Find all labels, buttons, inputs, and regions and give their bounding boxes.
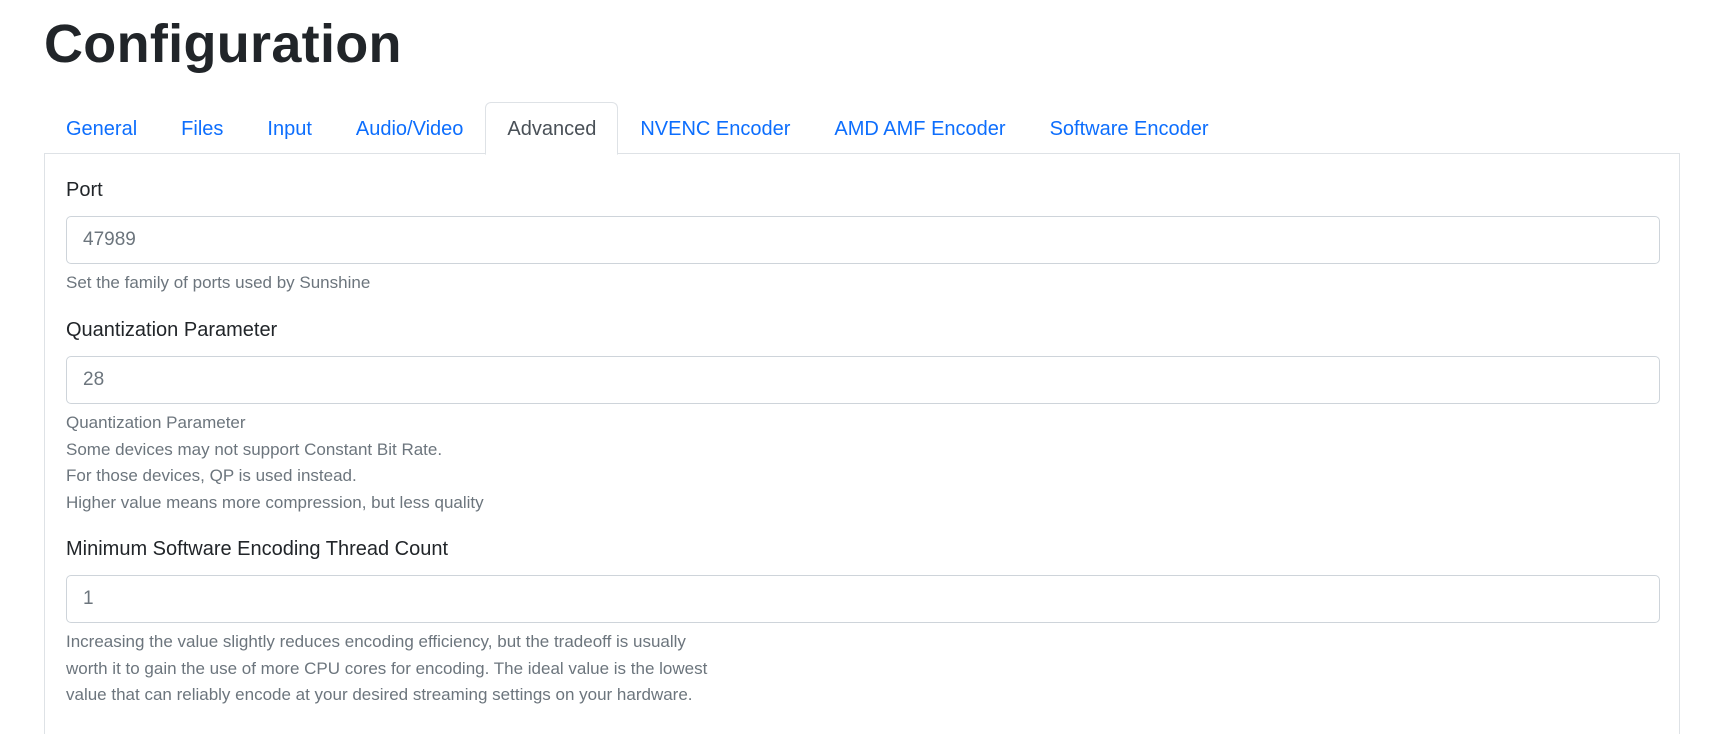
qp-help-line: Higher value means more compression, but… <box>66 492 484 512</box>
tab-bar: General Files Input Audio/Video Advanced… <box>44 102 1680 155</box>
min-threads-field-group: Minimum Software Encoding Thread Count I… <box>66 537 1660 709</box>
min-threads-help-line: Increasing the value slightly reduces en… <box>66 632 686 651</box>
page-title: Configuration <box>44 14 402 74</box>
port-help-text: Set the family of ports used by Sunshine <box>66 270 1660 297</box>
min-threads-help-text: Increasing the value slightly reduces en… <box>66 629 1660 709</box>
tab-software-encoder[interactable]: Software Encoder <box>1028 102 1231 154</box>
tab-files[interactable]: Files <box>159 102 245 154</box>
advanced-settings-panel: Port Set the family of ports used by Sun… <box>44 154 1680 734</box>
tab-input[interactable]: Input <box>245 102 333 154</box>
port-label: Port <box>66 179 103 201</box>
port-field-group: Port Set the family of ports used by Sun… <box>66 178 1660 297</box>
page-container: Configuration General Files Input Audio/… <box>44 0 1680 734</box>
qp-help-line: For those devices, QP is used instead. <box>66 466 357 485</box>
min-threads-label: Minimum Software Encoding Thread Count <box>66 538 449 560</box>
tab-general[interactable]: General <box>44 102 159 154</box>
tab-audio-video[interactable]: Audio/Video <box>334 102 486 154</box>
min-threads-help-line: value that can reliably encode at your d… <box>66 685 693 704</box>
min-threads-help-line: worth it to gain the use of more CPU cor… <box>66 658 708 678</box>
qp-label: Quantization Parameter <box>66 319 278 341</box>
tab-nvenc-encoder[interactable]: NVENC Encoder <box>618 102 812 154</box>
qp-help-line: Quantization Parameter <box>66 413 246 432</box>
qp-help-line: Some devices may not support Constant Bi… <box>66 439 443 459</box>
port-help-line: Set the family of ports used by Sunshine <box>66 273 371 292</box>
qp-input[interactable] <box>66 356 1660 404</box>
min-threads-input[interactable] <box>66 575 1660 623</box>
tab-advanced[interactable]: Advanced <box>485 102 619 155</box>
qp-field-group: Quantization Parameter Quantization Para… <box>66 318 1660 516</box>
qp-help-text: Quantization Parameter Some devices may … <box>66 410 1660 516</box>
tab-amd-amf-encoder[interactable]: AMD AMF Encoder <box>812 102 1027 154</box>
port-input[interactable] <box>66 216 1660 264</box>
